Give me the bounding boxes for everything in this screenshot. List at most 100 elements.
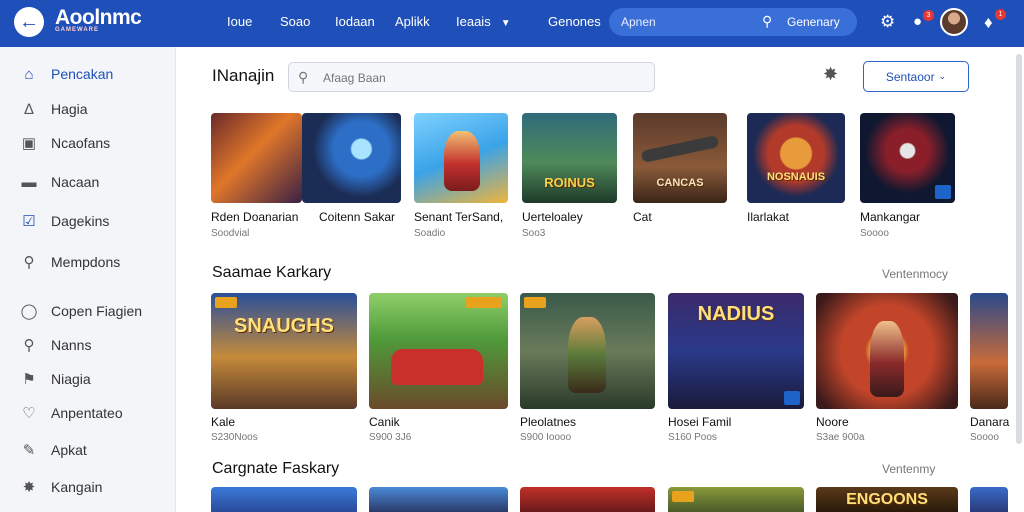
sort-select[interactable]: Sentaoor ⌄ — [863, 61, 969, 92]
game-card-row2-2[interactable] — [369, 293, 508, 409]
bookmark-icon: ⚑ — [22, 371, 36, 388]
card-title[interactable]: Senant TerSand, — [414, 210, 503, 224]
square-icon: ▣ — [21, 135, 37, 152]
game-card-row3-5[interactable]: ENGOONS — [816, 487, 958, 512]
card-subtitle: S160 Poos — [668, 432, 717, 443]
card-title[interactable]: Kale — [211, 415, 235, 429]
notification-icon[interactable]: ● — [913, 13, 922, 30]
search-icon: ⚲ — [23, 254, 35, 271]
card-title[interactable]: Ilarlakat — [747, 210, 789, 224]
card-subtitle: Soooo — [860, 228, 889, 239]
sidebar-item-label: Ncaofans — [51, 135, 111, 151]
sidebar-item-8[interactable]: ⚲ Nanns — [0, 330, 176, 360]
main-search-input[interactable] — [323, 68, 643, 88]
sidebar-item-label: Pencakan — [51, 66, 114, 82]
game-card-row2-4[interactable]: NADIUS — [668, 293, 804, 409]
sidebar-item-7[interactable]: ◯ Copen Fiagien — [0, 296, 176, 326]
game-card-7[interactable] — [860, 113, 955, 203]
sidebar-item-label: Kangain — [51, 479, 103, 495]
sidebar-item-2[interactable]: ∆ Hagia — [0, 94, 176, 124]
sidebar-item-label: Hagia — [51, 101, 88, 117]
card-subtitle: S230Noos — [211, 432, 258, 443]
section-view-all-link[interactable]: Ventenmocy — [882, 267, 948, 281]
game-card-row2-6[interactable] — [970, 293, 1008, 409]
section-view-all-link[interactable]: Ventenmy — [882, 462, 935, 476]
game-card-4-art-title: ROINUS — [544, 175, 595, 190]
game-card-row3-6[interactable] — [970, 487, 1008, 512]
sidebar-item-5[interactable]: ☑ Dagekins — [0, 206, 176, 236]
arrow-left-icon: ← — [19, 10, 39, 33]
card-subtitle: S3ae 900a — [816, 432, 865, 443]
nav-item-4[interactable]: Aplikk — [395, 14, 430, 29]
chevron-down-icon: ⌄ — [938, 71, 947, 81]
game-card-row2-1[interactable]: SNAUGHS — [211, 293, 357, 409]
game-card-row3-2[interactable] — [369, 487, 508, 512]
top-bar: ← Aoolnmc GAMEWARE Ioue Soao Iodaan Apli… — [0, 0, 1024, 47]
card-title[interactable]: Coitenn Sakar — [319, 210, 395, 224]
sidebar-item-10[interactable]: ♡ Anpentateo — [0, 398, 176, 428]
sidebar-item-label: Niagia — [51, 371, 91, 387]
nav-item-6[interactable]: Genones — [548, 14, 601, 29]
card-title[interactable]: Pleolatnes — [520, 415, 576, 429]
card-title[interactable]: Mankangar — [860, 210, 920, 224]
sidebar-item-11[interactable]: ✎ Apkat — [0, 435, 176, 465]
game-card-row3-3[interactable] — [520, 487, 655, 512]
bell-icon[interactable]: ♦ — [984, 13, 993, 33]
game-card-6[interactable]: NOSNAUIS — [747, 113, 845, 203]
rating-badge-icon — [215, 297, 237, 308]
top-search[interactable]: Apnen ⚲ Genenary — [609, 8, 857, 36]
card-subtitle: S900 Ioooo — [520, 432, 572, 443]
back-button[interactable]: ← — [14, 7, 44, 37]
card-title[interactable]: Danara — [970, 415, 1009, 429]
game-card-row2-3[interactable] — [520, 293, 655, 409]
main-search[interactable]: ⚲ — [288, 62, 655, 92]
game-card-2[interactable] — [302, 113, 401, 203]
nav-item-2[interactable]: Soao — [280, 14, 310, 29]
game-card-row3-5-art-title: ENGOONS — [846, 491, 928, 508]
pin-icon: ⚲ — [23, 337, 35, 354]
sidebar-item-6[interactable]: ⚲ Mempdons — [0, 247, 176, 277]
rating-badge-icon — [524, 297, 546, 308]
nav-item-1[interactable]: Ioue — [227, 14, 252, 29]
app-logo[interactable]: Aoolnmc GAMEWARE — [55, 6, 142, 33]
puzzle-icon[interactable]: ✸ — [823, 64, 838, 85]
search-icon: ⚲ — [298, 69, 309, 85]
game-card-1[interactable] — [211, 113, 302, 203]
notification-badge: 3 — [923, 10, 934, 21]
top-search-placeholder: Apnen — [621, 15, 656, 29]
check-square-icon: ☑ — [22, 213, 36, 230]
logo-text: Aoolnmc — [55, 6, 142, 29]
sidebar-item-1[interactable]: ⌂ Pencakan — [0, 59, 176, 89]
section-title: Saamae Karkary — [212, 264, 332, 281]
game-card-3[interactable] — [414, 113, 508, 203]
game-card-row3-1[interactable] — [211, 487, 357, 512]
sidebar-item-label: Apkat — [51, 442, 87, 458]
card-title[interactable]: Uerteloaley — [522, 210, 583, 224]
avatar[interactable] — [940, 8, 968, 36]
card-title[interactable]: Hosei Famil — [668, 415, 731, 429]
card-title[interactable]: Cat — [633, 210, 652, 224]
game-card-5-art-title: CANCAS — [656, 177, 704, 189]
sidebar-item-12[interactable]: ✸ Kangain — [0, 472, 176, 502]
card-subtitle: Soodvial — [211, 228, 250, 239]
card-title[interactable]: Rden Doanarian — [211, 210, 298, 224]
nav-item-5[interactable]: Ieaais ▼ — [456, 14, 511, 29]
sidebar-item-4[interactable]: ▬ Nacaan — [0, 167, 176, 197]
game-card-4[interactable]: ROINUS — [522, 113, 617, 203]
sidebar: ⌂ Pencakan ∆ Hagia ▣ Ncaofans ▬ Nacaan ☑… — [0, 47, 176, 512]
card-title[interactable]: Noore — [816, 415, 849, 429]
nav-item-3[interactable]: Iodaan — [335, 14, 375, 29]
game-card-row3-4[interactable] — [668, 487, 804, 512]
game-card-5[interactable]: CANCAS — [633, 113, 727, 203]
search-icon[interactable]: ⚲ — [762, 13, 772, 30]
scrollbar[interactable] — [1016, 54, 1022, 444]
sidebar-item-label: Mempdons — [51, 254, 121, 270]
platform-icon — [784, 391, 800, 405]
sidebar-item-3[interactable]: ▣ Ncaofans — [0, 128, 176, 158]
sidebar-item-9[interactable]: ⚑ Niagia — [0, 364, 176, 394]
rating-badge-icon — [672, 491, 694, 502]
game-card-row2-5[interactable] — [816, 293, 958, 409]
dash-square-icon: ▬ — [21, 173, 37, 191]
settings-icon[interactable]: ⚙ — [880, 12, 895, 32]
card-title[interactable]: Canik — [369, 415, 400, 429]
